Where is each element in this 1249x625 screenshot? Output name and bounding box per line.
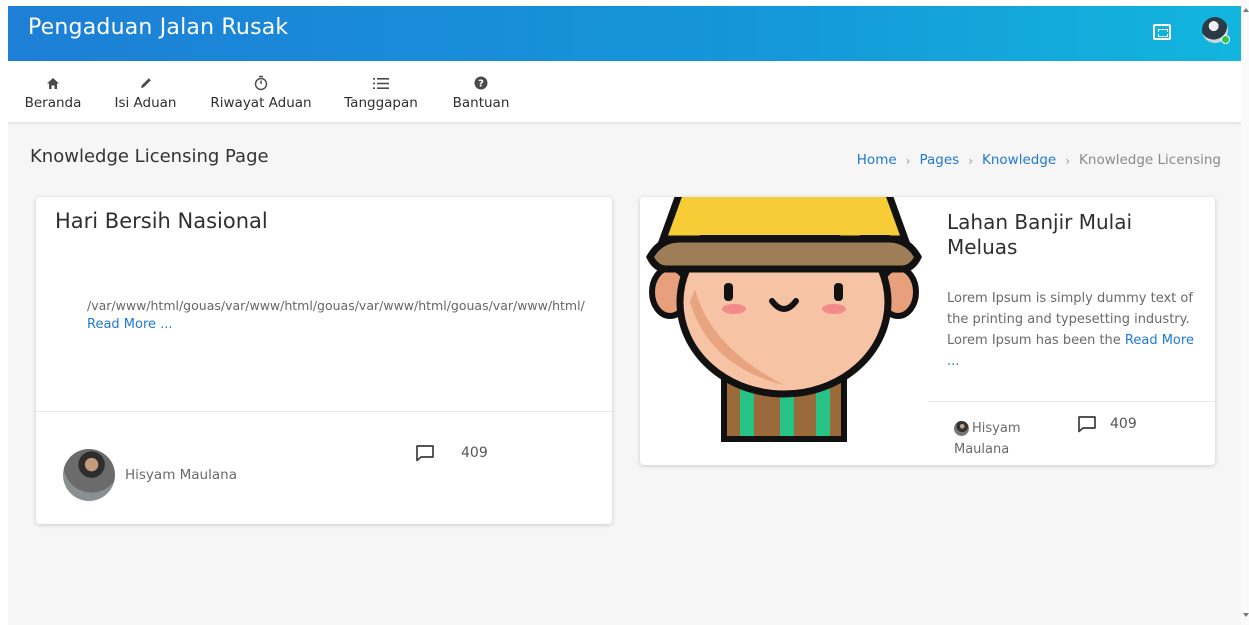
card-excerpt: /var/www/html/gouas/var/www/html/gouas/v… xyxy=(87,298,585,313)
author-avatar xyxy=(63,449,115,501)
chevron-right-icon: › xyxy=(905,154,911,168)
comment-count: 409 xyxy=(461,445,488,461)
breadcrumb-current: Knowledge Licensing xyxy=(1079,152,1221,168)
pencil-icon xyxy=(136,74,156,92)
nav-label: Isi Aduan xyxy=(114,95,177,111)
brand-title[interactable]: Pengaduan Jalan Rusak xyxy=(28,15,288,40)
help-circle-icon: ? xyxy=(471,74,491,92)
author-name[interactable]: Hisyam Maulana xyxy=(954,418,1044,460)
list-icon xyxy=(371,74,391,92)
read-more-link[interactable]: Read More ... xyxy=(87,317,173,332)
card-title[interactable]: Lahan Banjir Mulai Meluas xyxy=(947,210,1197,260)
comment-count: 409 xyxy=(1110,416,1137,432)
breadcrumb-pages[interactable]: Pages xyxy=(919,152,959,170)
page-title: Knowledge Licensing Page xyxy=(30,146,269,167)
breadcrumb: Home › Pages › Knowledge › Knowledge Lic… xyxy=(857,152,1221,170)
breadcrumb-home[interactable]: Home xyxy=(857,152,897,170)
nav-item-tanggapan[interactable]: Tanggapan xyxy=(339,61,423,122)
nav-item-beranda[interactable]: Beranda xyxy=(22,61,84,122)
chevron-right-icon: › xyxy=(968,154,973,168)
home-icon xyxy=(43,74,63,92)
online-status-dot xyxy=(1221,35,1230,44)
svg-text:?: ? xyxy=(478,78,484,89)
nav-item-riwayat-aduan[interactable]: Riwayat Aduan xyxy=(205,61,317,122)
fullscreen-icon[interactable] xyxy=(1153,24,1171,40)
main-nav: Beranda Isi Aduan Riwayat Aduan Tanggapa… xyxy=(8,61,1241,122)
article-card: Hari Bersih Nasional /var/www/html/gouas… xyxy=(36,197,612,524)
author-name[interactable]: Hisyam Maulana xyxy=(125,467,237,483)
scroll-up-icon[interactable] xyxy=(1243,8,1249,12)
top-header: Pengaduan Jalan Rusak xyxy=(8,6,1241,61)
comment-icon[interactable] xyxy=(1077,415,1097,433)
nav-label: Beranda xyxy=(24,95,82,111)
article-card: Lahan Banjir Mulai Meluas Lorem Ipsum is… xyxy=(640,197,1215,465)
nav-label: Riwayat Aduan xyxy=(210,95,312,111)
stopwatch-icon xyxy=(251,74,271,92)
card-divider xyxy=(928,401,1215,402)
nav-label: Bantuan xyxy=(452,95,510,111)
nav-item-bantuan[interactable]: ? Bantuan xyxy=(448,61,514,122)
app-frame: Pengaduan Jalan Rusak Beranda Isi Aduan … xyxy=(8,6,1241,625)
comment-icon[interactable] xyxy=(415,444,435,462)
card-title[interactable]: Hari Bersih Nasional xyxy=(55,209,268,233)
scroll-down-icon[interactable] xyxy=(1243,613,1249,617)
chevron-right-icon: › xyxy=(1065,154,1071,168)
card-excerpt: Lorem Ipsum is simply dummy text of the … xyxy=(947,288,1209,372)
worker-illustration-image xyxy=(646,197,922,442)
page-scrollbar[interactable] xyxy=(1241,0,1249,625)
card-divider xyxy=(36,411,612,412)
breadcrumb-knowledge[interactable]: Knowledge xyxy=(982,152,1056,170)
nav-item-isi-aduan[interactable]: Isi Aduan xyxy=(108,61,183,122)
nav-label: Tanggapan xyxy=(344,95,418,111)
